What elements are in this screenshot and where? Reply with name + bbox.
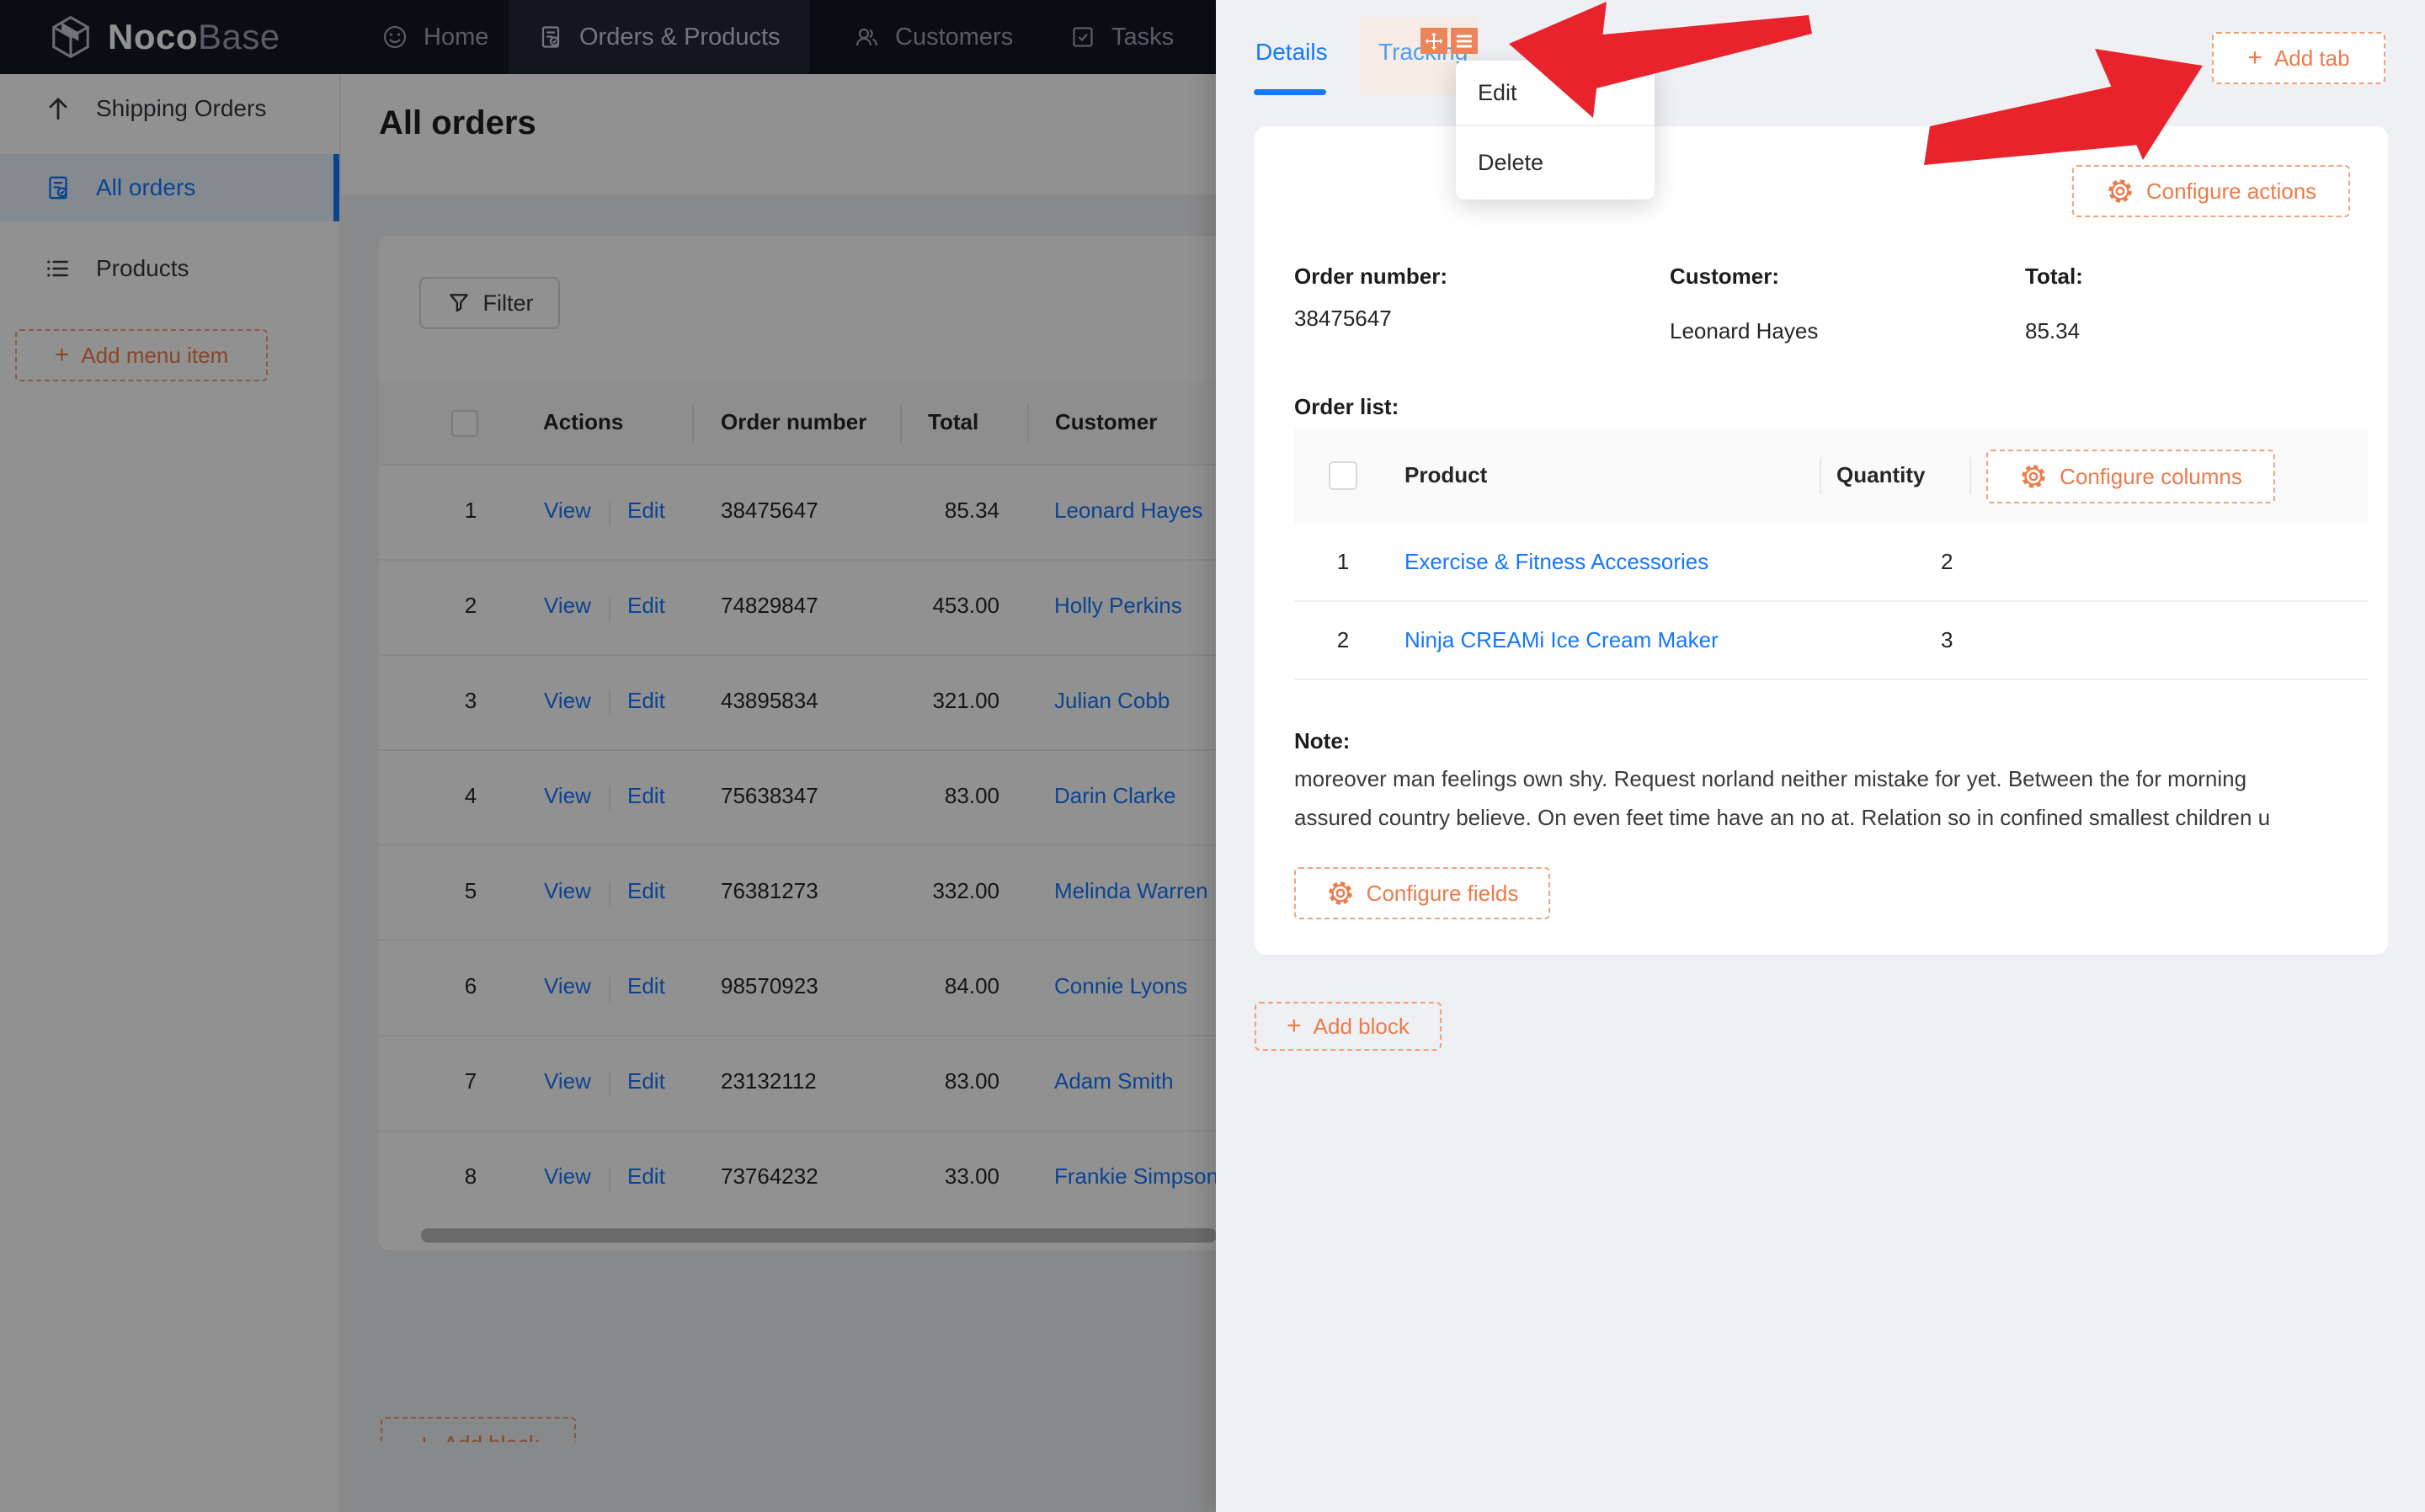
details-block: Configure actions Order number: 38475647…: [1255, 126, 2388, 955]
customer-field-value[interactable]: Leonard Hayes: [1670, 318, 1818, 344]
configure-columns-button[interactable]: Configure columns: [1986, 450, 2275, 503]
gear-icon: [2106, 177, 2135, 205]
column-header-quantity: Quantity: [1836, 462, 1925, 488]
order-list-row: 1 Exercise & Fitness Accessories 2: [1294, 524, 2368, 602]
order-number-field-label: Order number:: [1294, 264, 1447, 290]
configure-actions-button[interactable]: Configure actions: [2072, 165, 2350, 217]
column-divider: [1969, 457, 1971, 494]
product-link[interactable]: Ninja CREAMi Ice Cream Maker: [1404, 627, 1719, 653]
column-header-product: Product: [1404, 462, 1487, 488]
modal-dim-overlay[interactable]: [0, 0, 1216, 1512]
order-list-label: Order list:: [1294, 394, 1399, 420]
record-details-drawer: Details Tracking + Add tab Edit Delet: [1216, 0, 2425, 1512]
order-list-header-row: Product Quantity Configure columns: [1294, 428, 2368, 524]
menu-item-delete[interactable]: Delete: [1456, 126, 1655, 200]
add-tab-button[interactable]: + Add tab: [2212, 32, 2385, 84]
menu-item-edit[interactable]: Edit: [1456, 61, 1655, 125]
customer-field-label: Customer:: [1670, 264, 1779, 290]
active-tab-underline: [1254, 89, 1326, 95]
nocobase-app: NocoBase Home Orders: [0, 0, 2425, 1512]
configure-fields-button[interactable]: Configure fields: [1294, 867, 1550, 919]
quantity-cell: 2: [1941, 549, 1953, 575]
gear-icon: [2019, 462, 2048, 491]
total-field-label: Total:: [2025, 264, 2083, 290]
quantity-cell: 3: [1941, 627, 1953, 653]
note-text-line1: moreover man feelings own shy. Request n…: [1294, 766, 2364, 792]
plus-icon: +: [1287, 1014, 1302, 1039]
row-index: 2: [1329, 627, 1357, 653]
add-block-button[interactable]: + Add block: [1255, 1002, 1442, 1051]
select-all-checkbox[interactable]: [1329, 461, 1357, 490]
note-field-label: Note:: [1294, 728, 1350, 754]
order-list-table: Product Quantity Configure columns: [1294, 428, 2368, 680]
column-divider: [1820, 457, 1821, 494]
row-index: 1: [1329, 549, 1357, 575]
tab-details[interactable]: Details: [1255, 39, 1328, 66]
drag-move-icon[interactable]: [1420, 28, 1447, 54]
product-link[interactable]: Exercise & Fitness Accessories: [1404, 549, 1708, 575]
total-field-value: 85.34: [2025, 318, 2080, 344]
designer-menu-icon[interactable]: [1451, 28, 1478, 54]
plus-icon: +: [2247, 45, 2262, 71]
note-text-line2: assured country believe. On even feet ti…: [1294, 805, 2364, 831]
designer-context-menu: Edit Delete: [1456, 61, 1655, 200]
order-number-field-value: 38475647: [1294, 306, 1392, 332]
order-list-row: 2 Ninja CREAMi Ice Cream Maker 3: [1294, 602, 2368, 680]
gear-icon: [1326, 879, 1355, 908]
